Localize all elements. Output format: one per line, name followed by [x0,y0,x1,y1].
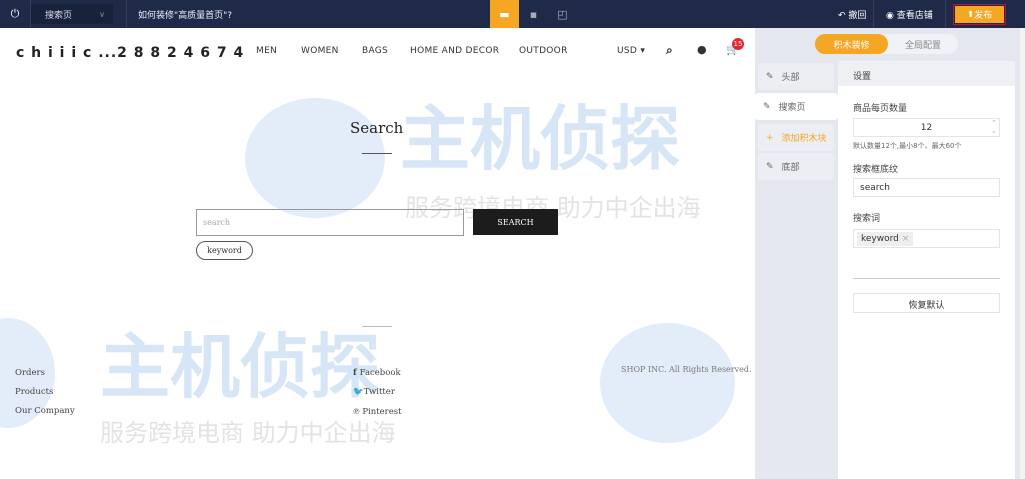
page-select-value: 搜索页 [45,10,73,21]
view-store-button[interactable]: ◉ 查看店铺 [886,8,933,21]
per-page-stepper[interactable]: 12 ⌃ ⌄ [853,118,1000,137]
nav-bags[interactable]: BAGS [362,46,388,56]
section-footer[interactable]: ✎ 底部 [758,153,834,180]
tab-blocks[interactable]: 积木装修 [815,34,888,54]
twitter-label: Twitter [363,387,395,397]
exit-icon[interactable]: ⏻ [0,0,30,28]
placeholder-label: 搜索框底纹 [853,165,899,175]
placeholder-input[interactable]: search [853,178,1000,197]
search-button[interactable]: SEARCH [473,209,558,235]
watermark-brand: 主机侦探 [400,98,680,180]
pin-icon: ✎ [766,161,774,172]
per-page-hint: 默认数量12个,最小8个、最大60个 [853,142,962,150]
footer-link-company[interactable]: Our Company [15,406,75,416]
upload-icon: ⬆ [966,9,975,20]
watermark-logo [245,98,385,218]
watermark-brand: 主机侦探 [100,326,380,408]
nav-home-decor[interactable]: HOME AND DECOR [410,46,499,56]
reset-default-button[interactable]: 恢复默认 [853,293,1000,313]
currency-select[interactable]: USD ▾ [617,46,645,56]
footer-link-orders[interactable]: Orders [15,368,45,378]
facebook-label: Facebook [359,368,401,378]
divider [945,0,946,28]
panel-tabs: 积木装修 全局配置 [815,34,958,54]
publish-button[interactable]: ⬆ 发布 [953,4,1006,25]
pin-icon: ✎ [763,101,771,112]
undo-icon: ↶ [838,11,849,21]
watermark-slogan: 服务跨境电商 助力中企出海 [100,419,396,447]
pinterest-link[interactable]: ℗ Pinterest [353,406,402,417]
pin-icon: ✎ [766,71,774,82]
section-header[interactable]: ✎ 头部 [758,63,834,90]
divider [873,0,874,28]
currency-value: USD [617,46,638,56]
section-label: 搜索页 [778,103,806,113]
search-icon[interactable]: ⌕ [666,43,673,58]
tab-global-config[interactable]: 全局配置 [888,34,958,54]
section-search-page[interactable]: ✎ 搜索页 [755,93,838,120]
per-page-value: 12 [920,123,933,133]
divider [126,0,127,28]
undo-button[interactable]: ↶ 撤回 [838,8,866,21]
footer-link-products[interactable]: Products [15,387,53,397]
page-select[interactable]: 搜索页 ∨ [31,4,113,24]
store-preview: 主机侦探 服务跨境电商 助力中企出海 主机侦探 服务跨境电商 助力中企出海 c … [0,28,755,479]
editor-panel: 积木装修 全局配置 ✎ 头部 ✎ 搜索页 + 添加积木块 ✎ 底部 设置 商品每页数量 … [755,28,1020,479]
desktop-view-icon[interactable]: ▬ [490,0,519,28]
scrollbar[interactable] [1020,28,1025,479]
nav-outdoor[interactable]: OUTDOOR [519,46,568,56]
pinterest-label: Pinterest [362,407,402,417]
page-title: Search [350,119,404,137]
keywords-label: 搜索词 [853,214,881,224]
facebook-link[interactable]: f Facebook [353,368,401,378]
top-bar: ⏻ 搜索页 ∨ 如何装修"高质量首页"? ▬ ▪ ◰ ↶ 撤回 ◉ 查看店铺 ⬆ 发… [0,0,1025,28]
divider [362,326,392,327]
twitter-link[interactable]: 🐦Twitter [353,387,395,397]
title-underline [362,153,392,154]
nav-women[interactable]: WOMEN [301,46,339,56]
per-page-label: 商品每页数量 [853,104,908,114]
store-logo[interactable]: c h i i i c ...2 8 8 2 4 6 7 4 [16,45,244,61]
twitter-icon: 🐦 [353,387,364,397]
eye-icon: ◉ [886,11,897,21]
keywords-input[interactable]: keyword × [853,229,1000,248]
settings-pane: 设置 商品每页数量 12 ⌃ ⌄ 默认数量12个,最小8个、最大60个 搜索框底纹 … [838,61,1015,479]
publish-label: 发布 [974,11,993,21]
nav-men[interactable]: MEN [256,46,277,56]
chevron-down-icon: ∨ [99,9,105,19]
copyright: SHOP INC. All Rights Reserved. [621,365,752,374]
facebook-icon: f [353,368,360,378]
view-store-label: 查看店铺 [896,11,933,21]
remove-tag-icon[interactable]: × [902,234,910,244]
section-label: 底部 [781,163,800,173]
settings-title: 设置 [838,61,1015,86]
stepper-arrows-icon[interactable]: ⌃ ⌄ [991,119,997,135]
caret-down-icon: ▾ [640,46,646,56]
pinterest-icon: ℗ [353,407,363,417]
undo-label: 撤回 [848,11,867,21]
fullscreen-icon[interactable]: ◰ [548,0,577,28]
watermark-logo [600,323,735,443]
search-input[interactable]: search [196,209,464,236]
keyword-chip[interactable]: keyword [196,241,253,260]
section-label: 头部 [781,73,800,83]
keyword-tag: keyword × [857,232,914,246]
cart-badge: 15 [732,38,744,50]
user-icon[interactable]: ● [697,43,707,56]
add-block-button[interactable]: + 添加积木块 [758,124,834,151]
tablet-view-icon[interactable]: ▪ [519,0,548,28]
help-link[interactable]: 如何装修"高质量首页"? [138,8,232,21]
keyword-tag-label: keyword [861,234,899,244]
divider [853,278,1000,279]
plus-icon: + [766,132,774,143]
add-block-label: 添加积木块 [781,134,827,144]
